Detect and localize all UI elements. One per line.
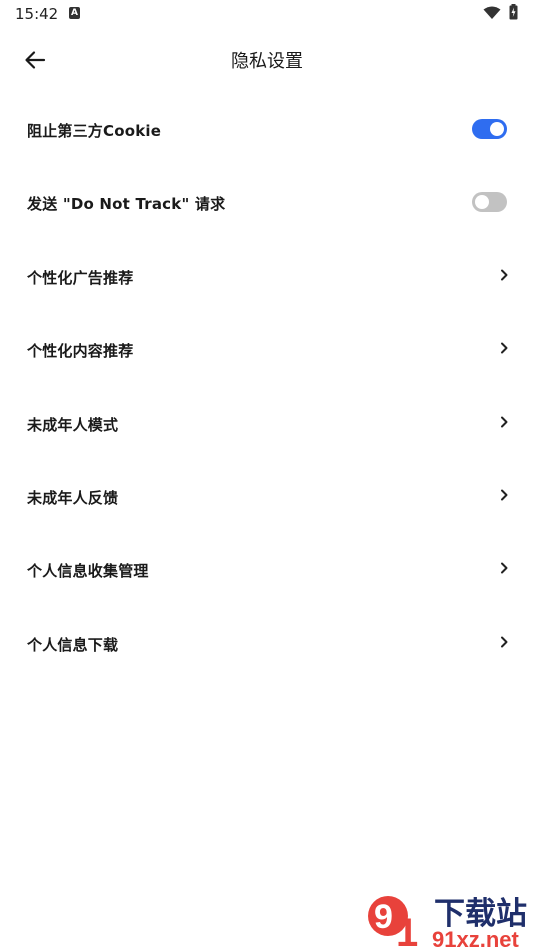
setting-label: 个人信息收集管理 bbox=[27, 562, 149, 581]
setting-row-personalized-ads[interactable]: 个性化广告推荐 bbox=[0, 240, 534, 313]
setting-label: 阻止第三方Cookie bbox=[27, 122, 162, 140]
chevron-right-icon bbox=[501, 562, 508, 574]
header: 隐私设置 bbox=[0, 38, 534, 82]
watermark-logo: 9 1 下载站 91xz.net bbox=[368, 896, 527, 950]
setting-label: 个性化内容推荐 bbox=[27, 342, 134, 361]
setting-row-minor-feedback[interactable]: 未成年人反馈 bbox=[0, 460, 534, 533]
chevron-right-icon bbox=[501, 342, 508, 354]
status-bar: 15:42 A bbox=[0, 0, 534, 30]
setting-row-minor-mode[interactable]: 未成年人模式 bbox=[0, 387, 534, 460]
chevron-right-icon bbox=[501, 269, 508, 281]
notification-a-icon: A bbox=[69, 7, 80, 19]
setting-row-info-collection[interactable]: 个人信息收集管理 bbox=[0, 533, 534, 606]
svg-text:1: 1 bbox=[396, 911, 418, 950]
chevron-right-icon bbox=[501, 636, 508, 648]
battery-icon bbox=[509, 4, 518, 20]
setting-label: 个性化广告推荐 bbox=[27, 268, 134, 287]
setting-label: 未成年人模式 bbox=[27, 415, 119, 434]
setting-row-do-not-track[interactable]: 发送 "Do Not Track" 请求 bbox=[0, 166, 534, 239]
svg-text:9: 9 bbox=[374, 898, 393, 936]
setting-row-block-cookie[interactable]: 阻止第三方Cookie bbox=[0, 93, 534, 166]
chevron-right-icon bbox=[501, 489, 508, 501]
toggle-knob bbox=[490, 122, 504, 136]
status-time: 15:42 bbox=[15, 5, 59, 23]
toggle-knob bbox=[475, 195, 489, 210]
page-title: 隐私设置 bbox=[231, 51, 303, 72]
setting-label: 个人信息下载 bbox=[27, 635, 119, 654]
wifi-icon bbox=[483, 6, 501, 19]
block-cookie-toggle[interactable] bbox=[472, 119, 507, 139]
setting-row-info-download[interactable]: 个人信息下载 bbox=[0, 607, 534, 680]
setting-row-personalized-content[interactable]: 个性化内容推荐 bbox=[0, 313, 534, 386]
do-not-track-toggle[interactable] bbox=[472, 192, 507, 213]
setting-label: 发送 "Do Not Track" 请求 bbox=[27, 195, 226, 214]
setting-label: 未成年人反馈 bbox=[27, 488, 119, 507]
watermark-text-bottom: 91xz.net bbox=[432, 927, 519, 950]
chevron-right-icon bbox=[501, 416, 508, 428]
settings-list: 阻止第三方Cookie 发送 "Do Not Track" 请求 个性化广告推荐… bbox=[0, 93, 534, 680]
